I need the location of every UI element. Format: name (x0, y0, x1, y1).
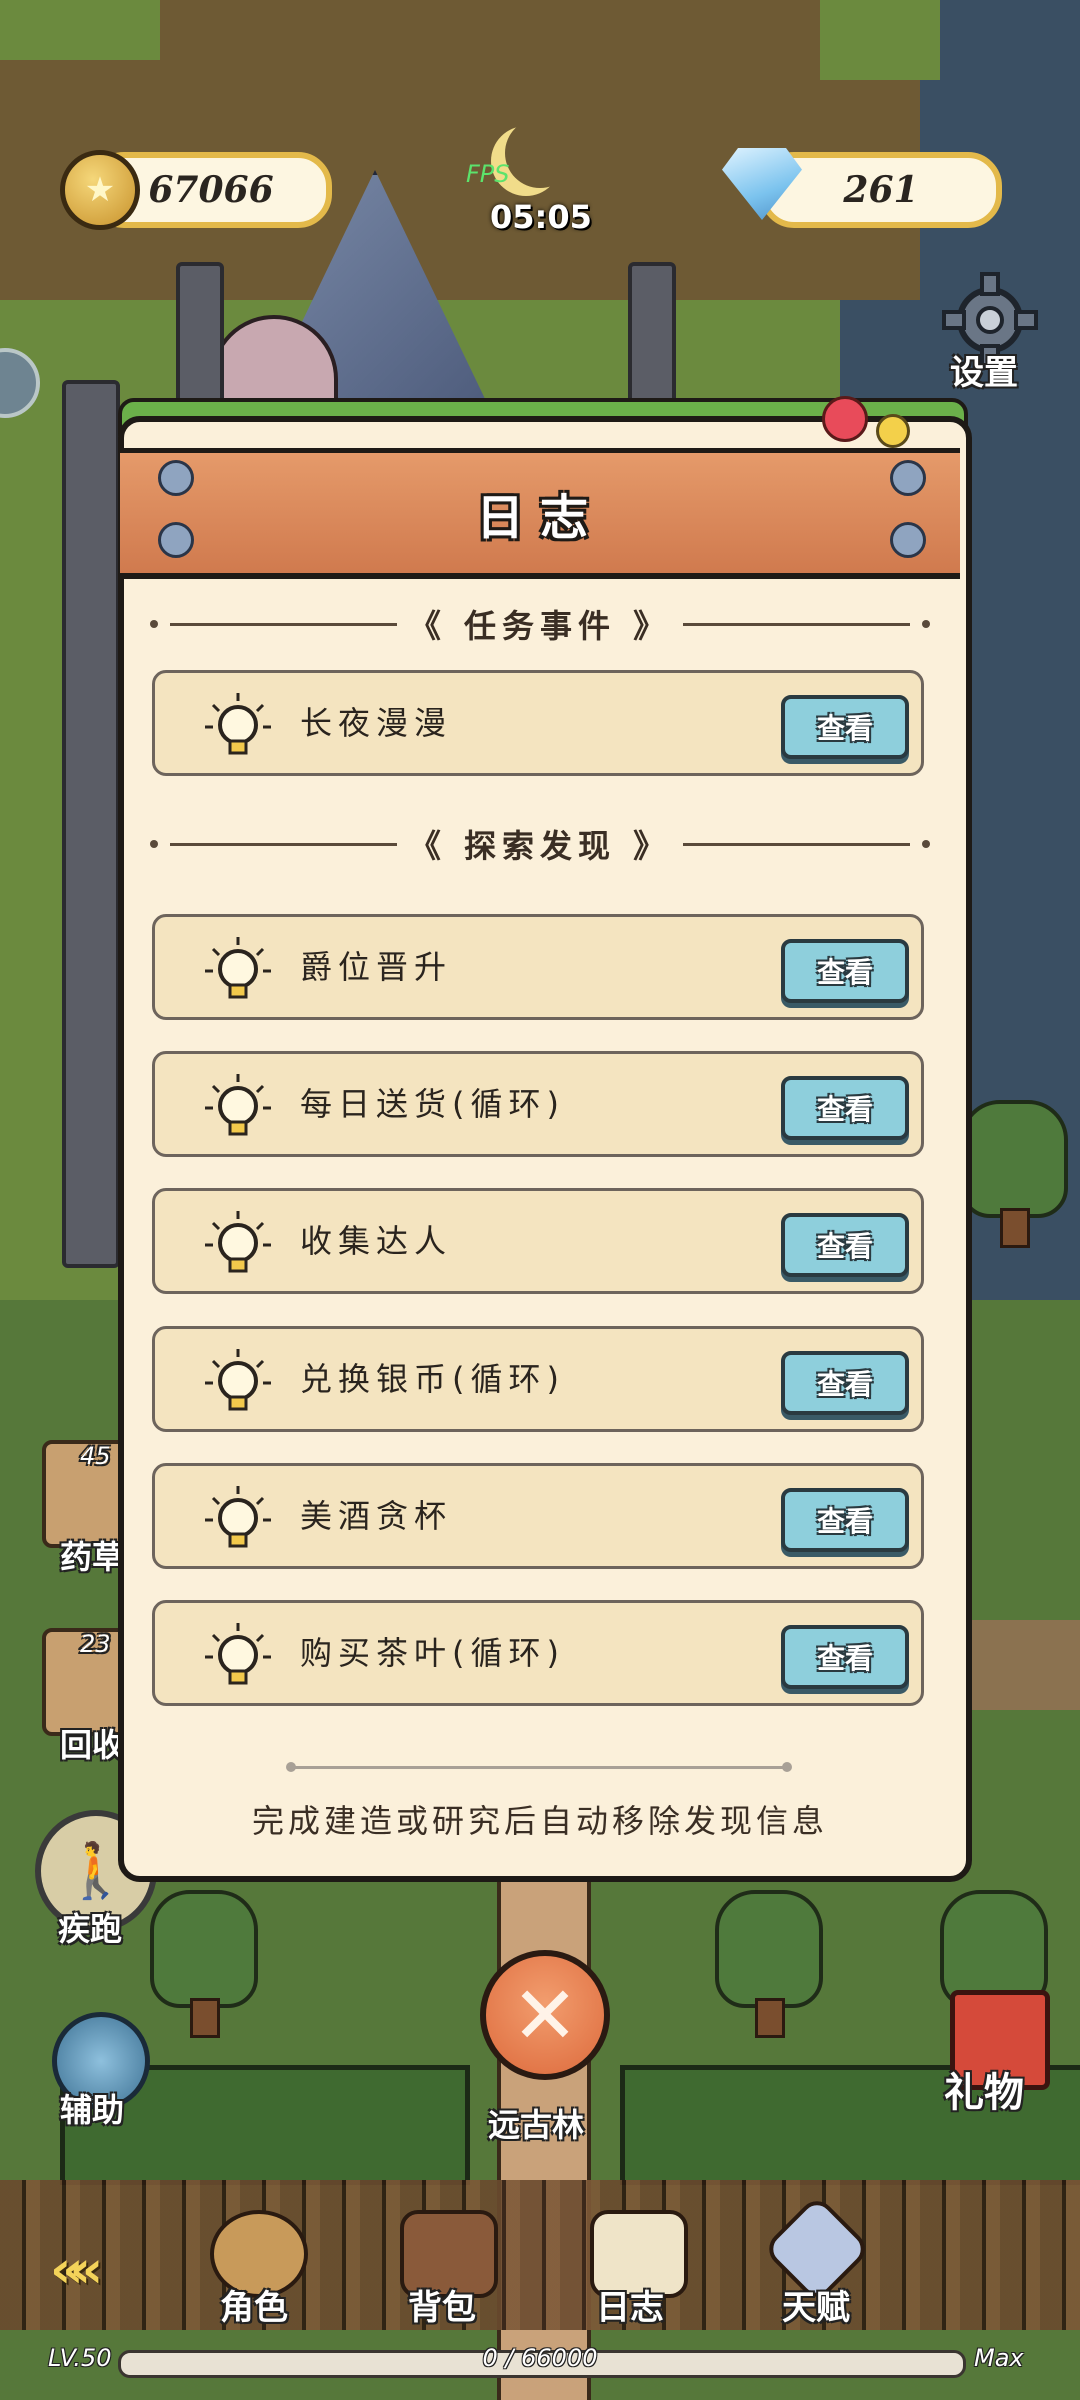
fps-label: FPS (466, 160, 510, 188)
herb-count: 45 (80, 1442, 111, 1470)
lightbulb-icon (205, 937, 271, 999)
bolt-icon (890, 522, 926, 558)
discovery-row: 爵位晋升 查看 (152, 914, 924, 1020)
view-button[interactable]: 查看 (781, 1488, 909, 1552)
discovery-label: 爵位晋升 (300, 948, 453, 986)
discovery-row: 购买茶叶(循环) 查看 (152, 1600, 924, 1706)
discovery-row: 兑换银币(循环) 查看 (152, 1326, 924, 1432)
discovery-label: 美酒贪杯 (300, 1497, 453, 1535)
recycle-count: 23 (80, 1630, 111, 1658)
view-button[interactable]: 查看 (781, 1351, 909, 1415)
footer-divider (290, 1766, 790, 1769)
nav-backpack[interactable]: 背包 (408, 2280, 476, 2329)
lightbulb-icon (205, 1211, 271, 1273)
view-button[interactable]: 查看 (781, 1625, 909, 1689)
assist-label: 辅助 (60, 2091, 125, 2129)
section-header-discovery: 《 探索发现 》 (150, 814, 931, 874)
coin-value: 67066 (148, 169, 274, 211)
discovery-label: 每日送货(循环) (300, 1085, 565, 1123)
location-label: 远古林 (488, 2106, 585, 2144)
section-header-tasks: 《 任务事件 》 (150, 594, 931, 654)
gem-value: 261 (843, 169, 919, 211)
close-button[interactable]: ✕ (480, 1950, 610, 2080)
bolt-icon (158, 522, 194, 558)
discovery-row: 收集达人 查看 (152, 1188, 924, 1294)
recycle-label: 回收 (60, 1726, 125, 1764)
section-tasks-label: 任务事件 (464, 607, 617, 645)
lightbulb-icon (205, 1486, 271, 1548)
discovery-row: 美酒贪杯 查看 (152, 1463, 924, 1569)
footer-note: 完成建造或研究后自动移除发现信息 (251, 1802, 828, 1840)
view-button[interactable]: 查看 (781, 695, 909, 759)
nav-character[interactable]: 角色 (220, 2280, 288, 2329)
view-button[interactable]: 查看 (781, 939, 909, 1003)
bolt-icon (890, 460, 926, 496)
xp-text: 0 / 66000 (482, 2344, 598, 2372)
lightbulb-icon (205, 693, 271, 755)
run-label: 疾跑 (58, 1910, 123, 1948)
task-label: 长夜漫漫 (300, 704, 453, 742)
lightbulb-icon (205, 1623, 271, 1685)
view-button[interactable]: 查看 (781, 1076, 909, 1140)
discovery-label: 购买茶叶(循环) (300, 1634, 565, 1672)
herb-label: 药草 (60, 1538, 125, 1576)
divider-dot (782, 1762, 792, 1772)
star-coin-icon: ★ (60, 150, 140, 230)
discovery-label: 收集达人 (300, 1222, 453, 1260)
back-arrows-button[interactable]: «« (50, 2240, 103, 2300)
dialog-title: 日志 (475, 490, 604, 546)
flower-icon (876, 414, 910, 448)
lightbulb-icon (205, 1074, 271, 1136)
discovery-row: 每日送货(循环) 查看 (152, 1051, 924, 1157)
section-discovery-label: 探索发现 (464, 827, 617, 865)
game-clock: 05:05 (490, 198, 592, 236)
gift-label[interactable]: 礼物 (944, 2060, 1024, 2118)
lightbulb-icon (205, 1349, 271, 1411)
dialog-header-plank: 日志 (120, 448, 960, 579)
nav-journal[interactable]: 日志 (596, 2280, 664, 2329)
task-row: 长夜漫漫 查看 (152, 670, 924, 776)
flower-icon (822, 396, 868, 442)
bolt-icon (158, 460, 194, 496)
nav-talent[interactable]: 天赋 (782, 2280, 850, 2329)
settings-label[interactable]: 设置 (950, 345, 1018, 394)
view-button[interactable]: 查看 (781, 1213, 909, 1277)
moon-icon (505, 118, 575, 188)
max-label: Max (974, 2344, 1024, 2372)
close-icon: ✕ (511, 1968, 579, 2062)
discovery-label: 兑换银币(循环) (300, 1360, 565, 1398)
